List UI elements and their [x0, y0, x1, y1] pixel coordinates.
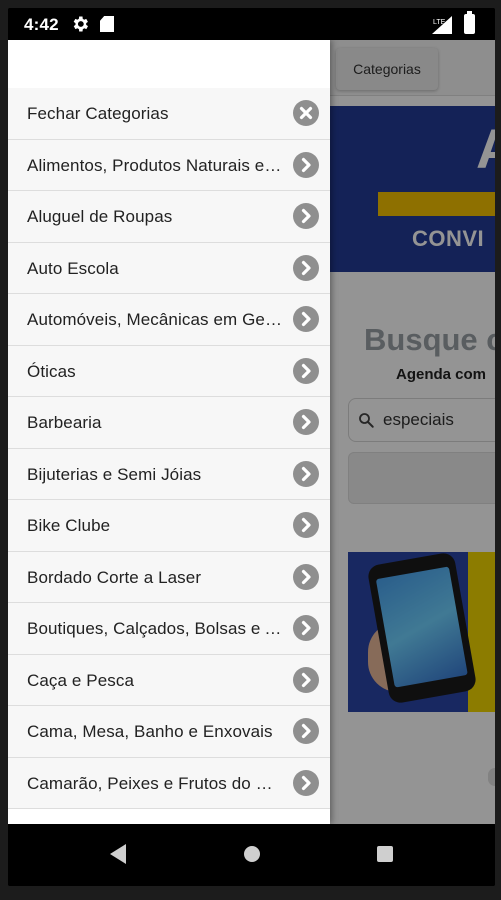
category-item[interactable]: Óticas: [8, 345, 330, 397]
status-time: 4:42: [24, 15, 59, 34]
category-item[interactable]: Boutiques, Calçados, Bolsas e Acessórios: [8, 603, 330, 655]
chevron-right-icon[interactable]: [293, 615, 319, 641]
category-label: Barbearia: [27, 413, 102, 432]
category-item[interactable]: Bijuterias e Semi Jóias: [8, 448, 330, 500]
device-frame: 4:42 LTE Categorias A CONVI Busq: [0, 0, 501, 900]
navigation-bar: [8, 824, 495, 886]
close-icon[interactable]: [293, 100, 319, 126]
battery-icon: [464, 11, 475, 34]
chevron-right-icon[interactable]: [293, 718, 319, 744]
category-item[interactable]: Camarão, Peixes e Frutos do Mar: [8, 757, 330, 809]
chevron-right-icon[interactable]: [293, 563, 319, 590]
category-item[interactable]: Bike Clube: [8, 500, 330, 552]
category-item[interactable]: Aluguel de Roupas: [8, 191, 330, 243]
category-item[interactable]: Caça e Pesca: [8, 654, 330, 706]
category-item[interactable]: Alimentos, Produtos Naturais e Suplement…: [8, 139, 330, 191]
category-item[interactable]: Automóveis, Mecânicas em Geral: [8, 294, 330, 346]
category-label: Boutiques, Calçados, Bolsas e Acessórios: [27, 619, 282, 638]
sd-card-icon: [100, 16, 114, 32]
chevron-right-icon[interactable]: [293, 666, 319, 693]
category-item[interactable]: Auto Escola: [8, 242, 330, 294]
category-list: Fechar Categorias Alimentos, Produtos Nat…: [8, 88, 330, 809]
drawer-header: [8, 40, 330, 88]
category-label: Aluguel de Roupas: [27, 207, 173, 226]
chevron-right-icon[interactable]: [293, 203, 319, 229]
category-label: Bike Clube: [27, 516, 111, 535]
svg-text:LTE: LTE: [433, 19, 446, 26]
category-label: Camarão, Peixes e Frutos do Mar: [27, 773, 282, 793]
close-categories-item[interactable]: Fechar Categorias: [8, 88, 330, 140]
chevron-right-icon[interactable]: [293, 357, 319, 384]
category-label: Óticas: [27, 361, 76, 381]
chevron-right-icon[interactable]: [293, 151, 319, 178]
chevron-right-icon[interactable]: [293, 512, 319, 538]
category-label: Automóveis, Mecânicas em Geral: [27, 310, 282, 329]
categories-drawer: Fechar Categorias Alimentos, Produtos Nat…: [8, 40, 330, 824]
category-item[interactable]: Bordado Corte a Laser: [8, 551, 330, 603]
chevron-right-icon[interactable]: [293, 460, 319, 487]
recents-icon[interactable]: [377, 846, 393, 862]
category-label: Cama, Mesa, Banho e Enxovais: [27, 722, 273, 741]
category-label: Alimentos, Produtos Naturais e Suplement…: [27, 155, 282, 175]
chevron-right-icon[interactable]: [293, 306, 319, 332]
category-item[interactable]: Barbearia: [8, 397, 330, 449]
home-icon[interactable]: [244, 846, 260, 862]
device-screen: 4:42 LTE Categorias A CONVI Busq: [8, 8, 495, 886]
back-icon[interactable]: [108, 843, 128, 865]
category-label: Fechar Categorias: [27, 104, 169, 123]
status-bar: 4:42 LTE: [8, 8, 495, 40]
signal-icon: LTE: [432, 16, 452, 34]
category-item[interactable]: Cama, Mesa, Banho e Enxovais: [8, 706, 330, 758]
category-label: Caça e Pesca: [27, 670, 135, 690]
chevron-right-icon[interactable]: [293, 254, 319, 281]
chevron-right-icon[interactable]: [293, 409, 319, 435]
chevron-right-icon[interactable]: [293, 769, 319, 796]
gear-icon: [73, 16, 88, 32]
category-label: Bijuterias e Semi Jóias: [27, 464, 202, 484]
category-label: Auto Escola: [27, 258, 119, 278]
category-label: Bordado Corte a Laser: [27, 567, 202, 587]
app-content: Categorias A CONVI Busque c Agenda com e…: [8, 40, 495, 824]
